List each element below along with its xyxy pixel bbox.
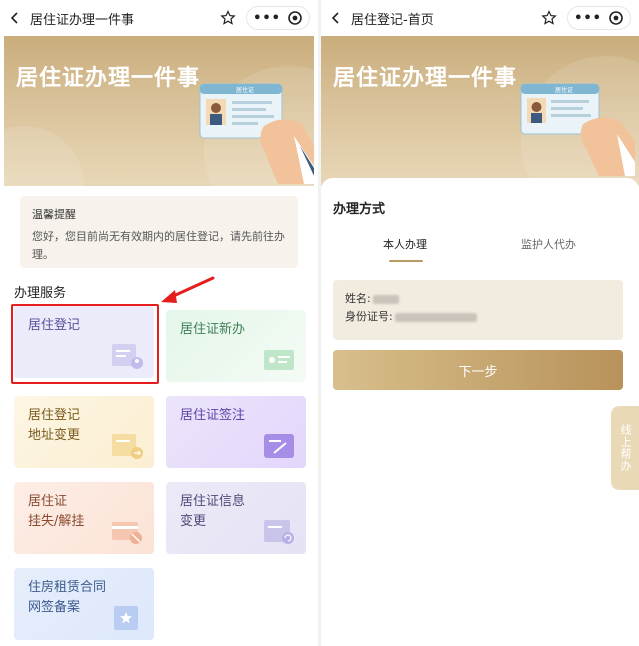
tile-label: 住房租赁合同	[28, 580, 107, 595]
service-tile-endorsement[interactable]: 居住证签注	[166, 396, 306, 468]
tab-guardian[interactable]: 监护人代办	[521, 236, 576, 252]
service-tile-address-change[interactable]: 居住登记 地址变更	[14, 396, 154, 468]
tile-label: 居住证新办	[180, 322, 246, 337]
back-arrow-icon[interactable]	[8, 11, 22, 25]
mini-program-capsule: •••	[246, 6, 310, 30]
tile-label: 居住登记	[28, 408, 81, 423]
online-help-tab[interactable]: 线上帮办	[611, 406, 639, 490]
method-sheet: 办理方式 本人办理 监护人代办 姓名: 身份证号: 下一步	[321, 178, 639, 646]
notice-box: 温馨提醒 您好，您目前尚无有效期内的居住登记，请先前往办理。	[20, 196, 298, 268]
banner-title: 居住证办理一件事	[333, 66, 518, 91]
tile-label: 网签备案	[28, 600, 81, 615]
close-target-icon[interactable]	[287, 10, 303, 26]
close-target-icon[interactable]	[608, 10, 624, 26]
notice-text: 您好，您目前尚无有效期内的居住登记，请先前往办理。	[32, 230, 285, 261]
tabs: 本人办理 监护人代办	[321, 236, 639, 262]
page-title: 居住证办理一件事	[30, 12, 135, 28]
name-value-redacted	[372, 294, 399, 304]
tile-label: 居住登记	[28, 318, 81, 333]
banner-title: 居住证办理一件事	[16, 66, 201, 91]
banner: 居住证办理一件事 居住证	[321, 36, 639, 186]
section-title: 办理服务	[14, 286, 67, 301]
star-icon[interactable]	[220, 10, 236, 26]
id-label: 身份证号:	[345, 310, 393, 323]
service-tile-new-residence-permit[interactable]: 居住证新办	[166, 310, 306, 382]
notice-title: 温馨提醒	[32, 208, 76, 221]
page-title: 居住登记-首页	[351, 12, 434, 28]
tab-self[interactable]: 本人办理	[383, 236, 427, 252]
method-title: 办理方式	[333, 202, 386, 217]
service-tile-info-change[interactable]: 居住证信息 变更	[166, 482, 306, 554]
next-step-button[interactable]: 下一步	[333, 350, 623, 390]
tile-label: 居住证	[28, 494, 68, 509]
document-user-icon	[112, 344, 143, 369]
id-card-icon	[264, 350, 294, 370]
card-label: 居住证	[555, 86, 573, 94]
more-icon[interactable]: •••	[574, 12, 602, 25]
back-arrow-icon[interactable]	[329, 11, 343, 25]
tab-underline	[389, 260, 423, 262]
nav-bar: 居住证办理一件事 •••	[0, 0, 318, 36]
applicant-info-box: 姓名: 身份证号:	[333, 280, 623, 340]
card-label: 居住证	[236, 86, 254, 94]
red-arrow-annotation	[161, 276, 215, 303]
nav-bar: 居住登记-首页 •••	[321, 0, 639, 36]
service-tile-residence-registration[interactable]: 居住登记	[14, 306, 154, 378]
name-label: 姓名:	[345, 292, 371, 305]
id-value-redacted	[394, 312, 477, 322]
id-row: 身份证号:	[345, 308, 611, 326]
tile-label: 变更	[180, 514, 207, 529]
star-icon[interactable]	[541, 10, 557, 26]
tile-label: 挂失/解挂	[28, 514, 85, 529]
name-row: 姓名:	[345, 290, 611, 308]
mini-program-capsule: •••	[567, 6, 631, 30]
banner: 居住证办理一件事 居住证	[4, 36, 314, 186]
right-screen: 居住登记-首页 ••• 居住证办理一件事 居住证 办理方式 本人办理 监护人代办…	[321, 0, 639, 646]
online-help-label: 线上帮办	[619, 424, 632, 472]
tile-label: 居住证签注	[180, 408, 246, 423]
id-card-hand-illustration: 居住证	[520, 83, 635, 176]
service-tile-loss-report[interactable]: 居住证 挂失/解挂	[14, 482, 154, 554]
tile-label: 居住证信息	[180, 494, 246, 509]
more-icon[interactable]: •••	[253, 12, 281, 25]
tile-label: 地址变更	[28, 428, 81, 443]
left-screen: 居住证办理一件事 ••• 居住证办理一件事 居住证 温馨提醒 您好，您目前尚无有…	[0, 0, 318, 646]
id-card-hand-illustration: 居住证	[199, 83, 314, 184]
service-tile-rental-contract[interactable]: 住房租赁合同 网签备案	[14, 568, 154, 640]
edit-icon	[264, 434, 294, 458]
